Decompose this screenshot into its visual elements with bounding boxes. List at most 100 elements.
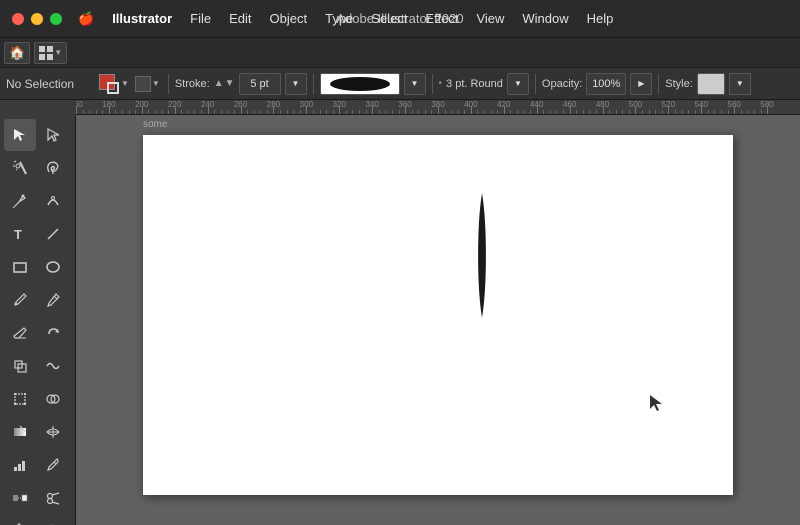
gradient-icon bbox=[12, 424, 28, 440]
shape-builder-tool[interactable] bbox=[37, 383, 69, 415]
pen-tool[interactable] bbox=[4, 185, 36, 217]
brush-preview[interactable] bbox=[320, 73, 400, 95]
svg-text:T: T bbox=[14, 227, 22, 242]
fill-color-swatch[interactable] bbox=[99, 74, 119, 94]
stroke-increment-down[interactable]: ▼ bbox=[225, 78, 235, 89]
options-bar: No Selection ▼ ▼ Stroke: ▲ ▼ ▼ ▼ • 3 pt.… bbox=[0, 68, 800, 100]
mesh-icon bbox=[45, 424, 61, 440]
stroke-value-input[interactable] bbox=[239, 73, 281, 95]
ellipse-tool[interactable] bbox=[37, 251, 69, 283]
ellipse-icon bbox=[45, 259, 61, 275]
paintbrush-tool[interactable] bbox=[4, 284, 36, 316]
menu-object[interactable]: Object bbox=[262, 9, 316, 28]
hand-tool[interactable] bbox=[4, 515, 36, 525]
tool-row-4: T bbox=[4, 218, 71, 250]
eraser-tool[interactable] bbox=[4, 317, 36, 349]
tool-row-9 bbox=[4, 383, 71, 415]
tool-row-11 bbox=[4, 449, 71, 481]
menu-view[interactable]: View bbox=[468, 9, 512, 28]
fill-dropdown[interactable]: ▼ bbox=[121, 79, 129, 88]
tool-row-12 bbox=[4, 482, 71, 514]
tool-row-8 bbox=[4, 350, 71, 382]
selection-icon bbox=[12, 127, 28, 143]
menu-type[interactable]: Type bbox=[317, 9, 361, 28]
shape-builder-icon bbox=[45, 391, 61, 407]
scissors-tool[interactable] bbox=[37, 482, 69, 514]
divider1 bbox=[168, 74, 169, 94]
free-transform-icon bbox=[12, 391, 28, 407]
brush-size-dot: • bbox=[439, 78, 443, 89]
mesh-tool[interactable] bbox=[37, 416, 69, 448]
tool-row-5 bbox=[4, 251, 71, 283]
type-icon: T bbox=[12, 226, 28, 242]
menu-select[interactable]: Select bbox=[363, 9, 415, 28]
stroke-unit-dropdown[interactable]: ▼ bbox=[285, 73, 307, 95]
tool-row-7 bbox=[4, 317, 71, 349]
pencil-tool[interactable] bbox=[37, 284, 69, 316]
style-dropdown[interactable]: ▼ bbox=[729, 73, 751, 95]
menu-apple[interactable]: 🍎 bbox=[70, 9, 102, 29]
menu-window[interactable]: Window bbox=[514, 9, 576, 28]
menu-file[interactable]: File bbox=[182, 9, 219, 28]
tool-row-1 bbox=[4, 119, 71, 151]
tool-row-3 bbox=[4, 185, 71, 217]
pen-icon bbox=[12, 193, 28, 209]
brush-stroke-svg bbox=[475, 183, 489, 328]
brush-size-dropdown[interactable]: ▼ bbox=[507, 73, 529, 95]
style-label: Style: bbox=[665, 78, 693, 90]
transform-mode-dropdown[interactable]: ▼ bbox=[152, 79, 160, 88]
magic-wand-tool[interactable] bbox=[4, 152, 36, 184]
curvature-tool[interactable] bbox=[37, 185, 69, 217]
rotate-icon bbox=[45, 325, 61, 341]
maximize-button[interactable] bbox=[50, 13, 62, 25]
line-icon bbox=[45, 226, 61, 242]
opacity-input[interactable] bbox=[586, 73, 626, 95]
opacity-dropdown[interactable]: ▶ bbox=[630, 73, 652, 95]
home-icon-btn[interactable]: 🏠 bbox=[4, 42, 30, 64]
rotate-tool[interactable] bbox=[37, 317, 69, 349]
canvas-area[interactable]: some bbox=[76, 115, 800, 525]
lasso-tool[interactable] bbox=[37, 152, 69, 184]
paintbrush-icon bbox=[12, 292, 28, 308]
pencil-icon bbox=[45, 292, 61, 308]
eyedropper-tool[interactable] bbox=[37, 449, 69, 481]
artboard-label: some bbox=[143, 119, 167, 130]
transform-mode-btn[interactable] bbox=[135, 76, 151, 92]
grid-icon-btn[interactable]: ▼ bbox=[34, 42, 67, 64]
close-button[interactable] bbox=[12, 13, 24, 25]
divider3 bbox=[432, 74, 433, 94]
secondary-toolbar: 🏠 ▼ bbox=[0, 38, 800, 68]
artboard bbox=[143, 135, 733, 495]
divider2 bbox=[313, 74, 314, 94]
main-area: T bbox=[0, 115, 800, 525]
rect-tool[interactable] bbox=[4, 251, 36, 283]
menu-app-name[interactable]: Illustrator bbox=[104, 9, 180, 28]
cursor-icon bbox=[648, 393, 662, 411]
horizontal-ruler: 1601802002202402602803003203403603804004… bbox=[76, 100, 800, 115]
direct-selection-tool[interactable] bbox=[37, 119, 69, 151]
menu-effect[interactable]: Effect bbox=[417, 9, 466, 28]
type-tool[interactable]: T bbox=[4, 218, 36, 250]
scale-tool[interactable] bbox=[4, 350, 36, 382]
chart-tool[interactable] bbox=[4, 449, 36, 481]
traffic-lights bbox=[12, 13, 62, 25]
menu-edit[interactable]: Edit bbox=[221, 9, 259, 28]
blend-tool[interactable] bbox=[4, 482, 36, 514]
minimize-button[interactable] bbox=[31, 13, 43, 25]
menu-help[interactable]: Help bbox=[579, 9, 622, 28]
line-tool[interactable] bbox=[37, 218, 69, 250]
divider5 bbox=[658, 74, 659, 94]
zoom-tool[interactable] bbox=[37, 515, 69, 525]
selection-tool[interactable] bbox=[4, 119, 36, 151]
stroke-increment-up[interactable]: ▲ bbox=[214, 78, 224, 89]
gradient-tool[interactable] bbox=[4, 416, 36, 448]
rect-icon bbox=[12, 259, 28, 275]
warp-tool[interactable] bbox=[37, 350, 69, 382]
direct-selection-icon bbox=[45, 127, 61, 143]
warp-icon bbox=[45, 358, 61, 374]
brush-dropdown[interactable]: ▼ bbox=[404, 73, 426, 95]
chart-icon bbox=[12, 457, 28, 473]
tool-row-13 bbox=[4, 515, 71, 525]
style-swatch[interactable] bbox=[697, 73, 725, 95]
free-transform-tool[interactable] bbox=[4, 383, 36, 415]
